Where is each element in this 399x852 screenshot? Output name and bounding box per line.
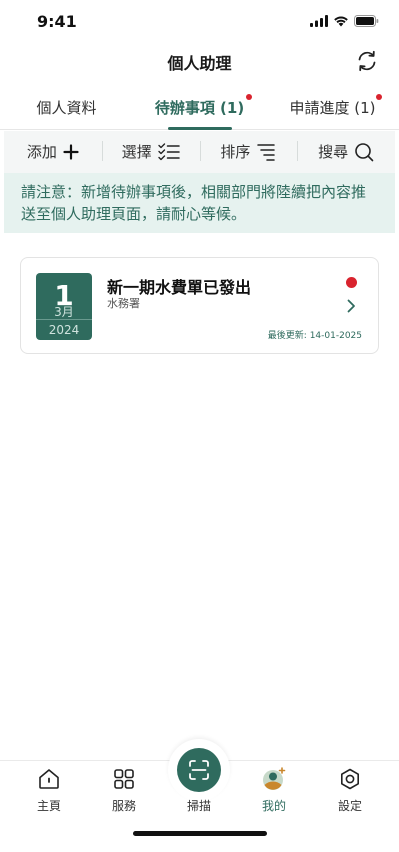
scan-icon [189,760,209,780]
nav-mine-label: 我的 [261,799,286,813]
todo-card[interactable]: 1 3月 2024 新一期水費單已發出 水務署 最後更新: 14-01-2025 [20,257,379,354]
chevron-right-icon[interactable] [344,298,358,314]
nav-settings[interactable]: 設定 [320,761,380,814]
page-title: 個人助理 [167,54,232,73]
sort-icon [257,144,276,161]
battery-icon [354,15,379,27]
settings-icon [341,768,359,790]
todo-department: 水務署 [107,297,140,310]
nav-services[interactable]: 服務 [94,761,154,814]
home-indicator [133,831,267,836]
status-bar: 9:41 [0,0,399,44]
select-label: 選擇 [121,143,152,161]
tab-label: 申請進度 (1) [289,99,376,117]
date-month: 3月 [54,305,74,319]
tab-bar: 個人資料 待辦事項 (1) 申請進度 (1) [0,86,399,130]
add-button[interactable]: 添加 [4,131,102,173]
sort-label: 排序 [220,143,251,161]
search-icon [355,143,374,162]
date-badge: 1 3月 2024 [36,273,92,340]
grid-icon [114,769,134,789]
nav-scan-label: 掃描 [186,799,211,813]
select-button[interactable]: 選擇 [101,131,200,173]
wifi-icon [334,16,348,27]
toolbar: 添加 選擇 排序 搜尋 [4,131,395,173]
signal-icon [310,15,328,27]
status-time: 9:41 [37,12,77,31]
nav-services-label: 服務 [111,799,136,813]
bottom-nav: 主頁 服務 掃描 我的 設定 [0,739,399,852]
unread-dot [346,277,357,288]
tab-personal-info[interactable]: 個人資料 [0,86,133,129]
search-button[interactable]: 搜尋 [297,131,395,173]
notification-dot [246,94,252,100]
checklist-icon [157,143,180,161]
home-icon [39,769,59,789]
nav-home[interactable]: 主頁 [19,761,79,814]
profile-avatar-icon [263,767,286,790]
tab-todo[interactable]: 待辦事項 (1) [133,86,266,130]
tab-application-progress[interactable]: 申請進度 (1) [266,86,399,129]
search-label: 搜尋 [318,143,349,161]
scan-button-circle [177,748,221,792]
date-year: 2024 [48,323,80,337]
date-divider [36,319,92,320]
tab-label: 待辦事項 (1) [154,99,245,117]
plus-icon [63,144,79,160]
refresh-icon[interactable] [355,49,379,73]
sort-button[interactable]: 排序 [199,131,298,173]
app-header: 個人助理 [0,44,399,86]
nav-settings-label: 設定 [337,799,362,813]
status-icons [310,15,379,27]
last-updated: 最後更新: 14-01-2025 [267,331,362,341]
notice-banner: 請注意：新增待辦事項後，相關部門將陸續把內容推送至個人助理頁面，請耐心等候。 [4,173,395,233]
add-label: 添加 [26,143,57,161]
notification-dot [376,94,382,100]
scan-button[interactable] [168,739,230,801]
nav-home-label: 主頁 [36,799,61,813]
nav-mine[interactable]: 我的 [244,761,304,814]
tab-label: 個人資料 [36,99,97,117]
